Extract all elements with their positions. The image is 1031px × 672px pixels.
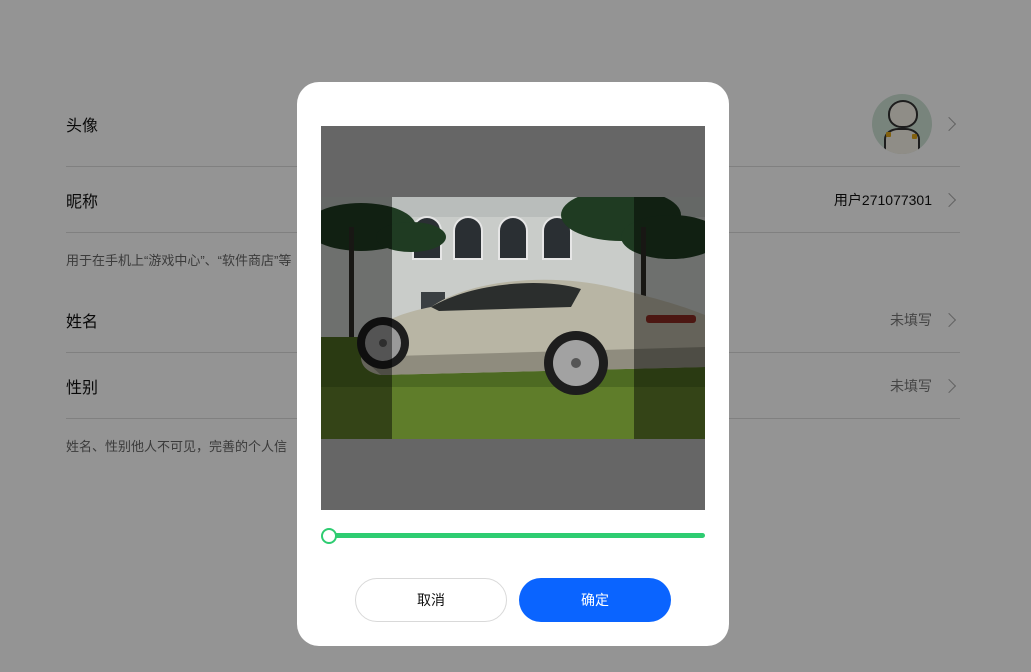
crop-mask-left <box>321 197 392 439</box>
crop-area[interactable] <box>321 126 705 510</box>
confirm-button[interactable]: 确定 <box>519 578 671 622</box>
zoom-slider-track[interactable] <box>329 533 705 538</box>
zoom-slider-thumb[interactable] <box>321 528 337 544</box>
crop-photo[interactable] <box>321 197 705 439</box>
crop-mask-right <box>634 197 705 439</box>
zoom-slider[interactable] <box>321 526 705 546</box>
avatar-crop-dialog: 取消 确定 <box>297 82 729 646</box>
cancel-button[interactable]: 取消 <box>355 578 507 622</box>
